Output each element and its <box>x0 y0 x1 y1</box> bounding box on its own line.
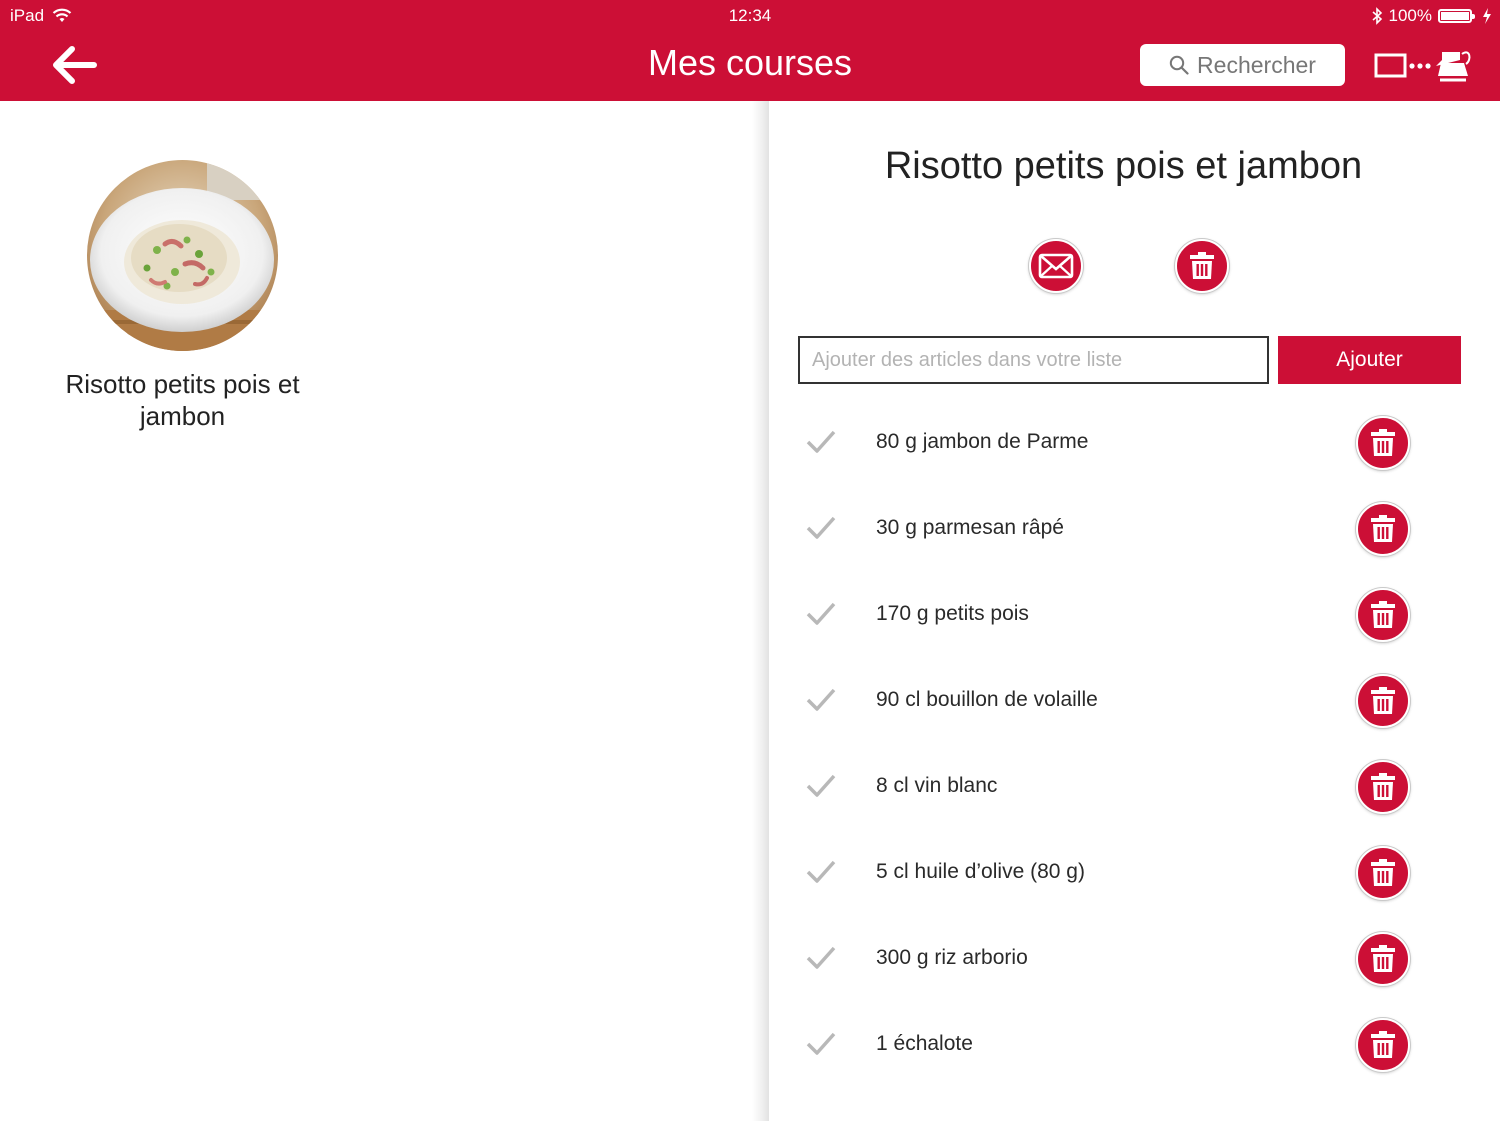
search-box[interactable]: Rechercher <box>1140 44 1345 86</box>
check-icon[interactable] <box>806 515 836 541</box>
list-item: 300 g riz arborio <box>798 916 1498 1002</box>
email-button[interactable] <box>1029 239 1083 293</box>
check-icon[interactable] <box>806 687 836 713</box>
battery-percent: 100% <box>1388 6 1432 25</box>
list-item: 8 cl vin blanc <box>798 744 1498 830</box>
status-time: 12:34 <box>728 6 772 25</box>
item-label: 1 échalote <box>876 1032 973 1055</box>
trash-icon <box>1371 429 1395 456</box>
item-label: 30 g parmesan râpé <box>876 516 1064 539</box>
list-item: 80 g jambon de Parme <box>798 400 1498 486</box>
delete-item-button[interactable] <box>1356 674 1410 728</box>
item-label: 8 cl vin blanc <box>876 774 998 797</box>
device-connect-icon[interactable] <box>1374 46 1474 86</box>
item-label: 5 cl huile d’olive (80 g) <box>876 860 1085 883</box>
delete-item-button[interactable] <box>1356 1018 1410 1072</box>
check-icon[interactable] <box>806 945 836 971</box>
check-icon[interactable] <box>806 1031 836 1057</box>
add-item-input[interactable] <box>798 336 1269 384</box>
list-item: 90 cl bouillon de volaille <box>798 658 1498 744</box>
trash-icon <box>1371 773 1395 800</box>
bluetooth-icon <box>1371 7 1382 25</box>
email-icon <box>1038 253 1074 279</box>
panel-divider <box>752 101 769 1121</box>
trash-icon <box>1371 687 1395 714</box>
trash-icon <box>1371 601 1395 628</box>
list-item: 5 cl huile d’olive (80 g) <box>798 830 1498 916</box>
delete-item-button[interactable] <box>1356 932 1410 986</box>
list-item: 170 g petits pois <box>798 572 1498 658</box>
delete-item-button[interactable] <box>1356 502 1410 556</box>
trash-icon <box>1371 945 1395 972</box>
list-item: 1 échalote <box>798 1002 1498 1088</box>
trash-icon <box>1371 1031 1395 1058</box>
check-icon[interactable] <box>806 601 836 627</box>
recipe-thumbnail[interactable] <box>87 160 278 351</box>
check-icon[interactable] <box>806 773 836 799</box>
delete-item-button[interactable] <box>1356 588 1410 642</box>
item-label: 170 g petits pois <box>876 602 1029 625</box>
status-right: 100% <box>1371 6 1492 26</box>
battery-icon <box>1438 9 1475 23</box>
trash-icon <box>1371 859 1395 886</box>
delete-list-button[interactable] <box>1175 239 1229 293</box>
shopping-list: 80 g jambon de Parme 30 g parmesan râpé … <box>798 400 1498 1088</box>
charging-icon <box>1483 8 1491 24</box>
detail-title: Risotto petits pois et jambon <box>884 145 1363 187</box>
item-label: 300 g riz arborio <box>876 946 1028 969</box>
add-button[interactable]: Ajouter <box>1278 336 1461 384</box>
trash-icon <box>1190 252 1214 279</box>
search-placeholder: Rechercher <box>1197 51 1316 78</box>
delete-item-button[interactable] <box>1356 416 1410 470</box>
item-label: 90 cl bouillon de volaille <box>876 688 1098 711</box>
list-item: 30 g parmesan râpé <box>798 486 1498 572</box>
check-icon[interactable] <box>806 429 836 455</box>
trash-icon <box>1371 515 1395 542</box>
top-bar: iPad 12:34 100% Mes courses Rechercher <box>0 0 1500 101</box>
delete-item-button[interactable] <box>1356 760 1410 814</box>
search-icon <box>1169 55 1189 75</box>
item-label: 80 g jambon de Parme <box>876 430 1089 453</box>
recipe-name[interactable]: Risotto petits pois et jambon <box>40 368 325 432</box>
delete-item-button[interactable] <box>1356 846 1410 900</box>
check-icon[interactable] <box>806 859 836 885</box>
risotto-plate-image <box>87 160 278 351</box>
